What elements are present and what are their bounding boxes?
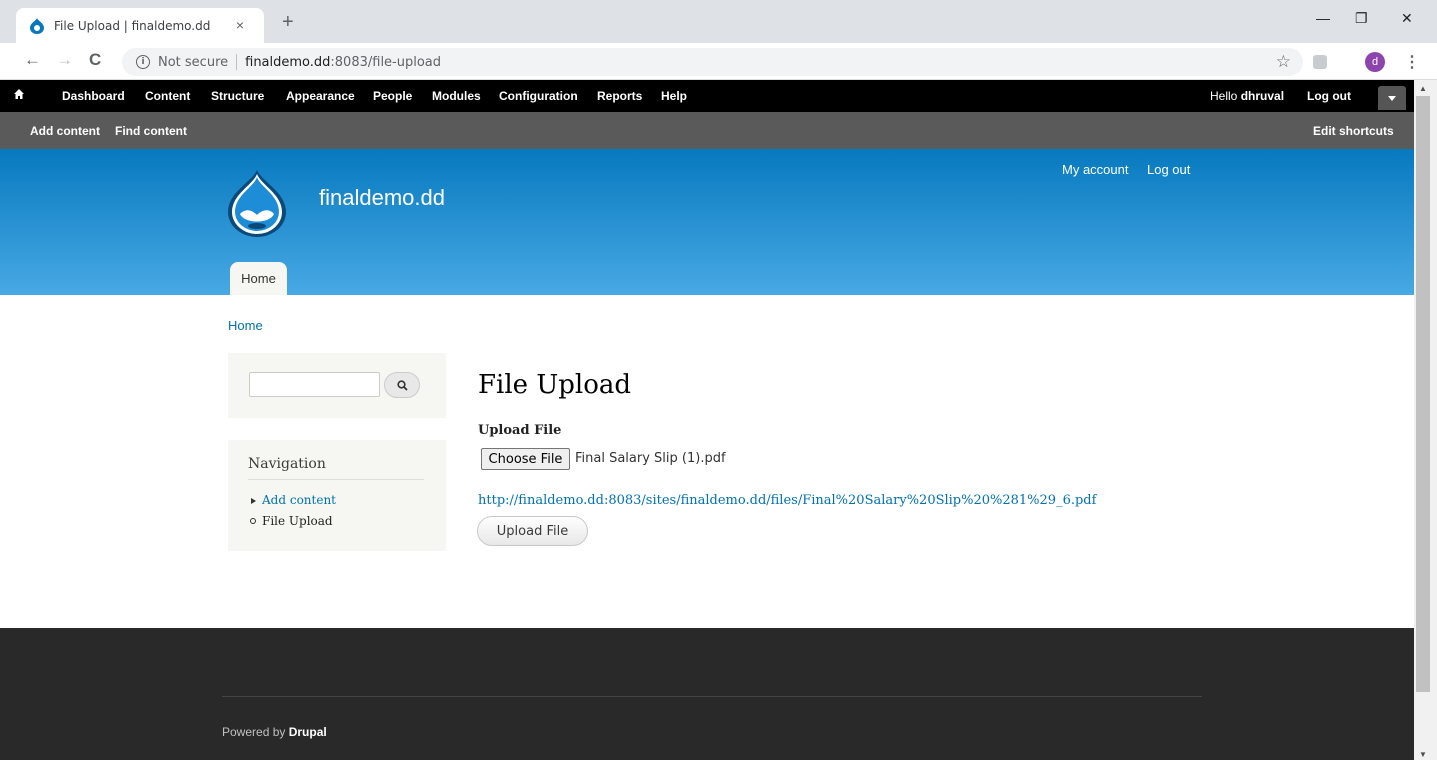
info-icon[interactable]: i bbox=[136, 55, 150, 69]
toolbar-structure[interactable]: Structure bbox=[211, 89, 264, 103]
search-input[interactable] bbox=[249, 372, 380, 397]
new-tab-icon[interactable]: + bbox=[282, 12, 294, 32]
chosen-file-name: Final Salary Slip (1).pdf bbox=[575, 451, 726, 466]
edit-shortcuts-link[interactable]: Edit shortcuts bbox=[1313, 124, 1394, 138]
window-close-icon[interactable]: ✕ bbox=[1401, 10, 1413, 27]
scroll-down-arrow-icon[interactable]: ▼ bbox=[1419, 750, 1427, 759]
site-name[interactable]: finaldemo.dd bbox=[319, 185, 445, 211]
tab-close-icon[interactable]: × bbox=[236, 17, 244, 33]
nav-item-add-content[interactable]: Add content bbox=[262, 493, 336, 507]
toolbar-reports[interactable]: Reports bbox=[597, 89, 642, 103]
shortcut-add-content[interactable]: Add content bbox=[30, 124, 100, 138]
site-footer bbox=[0, 628, 1414, 760]
toolbar-dashboard[interactable]: Dashboard bbox=[62, 89, 125, 103]
breadcrumb-home[interactable]: Home bbox=[228, 318, 263, 333]
my-account-link[interactable]: My account bbox=[1062, 162, 1128, 177]
forward-icon[interactable]: → bbox=[56, 50, 73, 70]
bookmark-star-icon[interactable]: ☆ bbox=[1276, 52, 1291, 72]
powered-by-prefix: Powered by bbox=[222, 725, 286, 739]
scrollbar-thumb[interactable] bbox=[1416, 96, 1430, 692]
uploaded-file-link[interactable]: http://finaldemo.dd:8083/sites/finaldemo… bbox=[478, 493, 1096, 508]
shortcut-find-content[interactable]: Find content bbox=[115, 124, 187, 138]
extension-icon[interactable] bbox=[1313, 55, 1327, 69]
navigation-divider bbox=[248, 479, 424, 480]
footer-divider bbox=[222, 696, 1202, 697]
nav-item-file-upload[interactable]: File Upload bbox=[262, 514, 333, 528]
toolbar-content[interactable]: Content bbox=[145, 89, 190, 103]
toolbar-configuration[interactable]: Configuration bbox=[499, 89, 578, 103]
page-title: File Upload bbox=[478, 370, 631, 400]
browser-tab[interactable]: File Upload | finaldemo.dd × bbox=[16, 8, 264, 43]
drupal-logo-icon[interactable] bbox=[226, 168, 288, 243]
search-icon bbox=[396, 379, 408, 391]
tab-title: File Upload | finaldemo.dd bbox=[54, 18, 211, 33]
toolbar-appearance[interactable]: Appearance bbox=[286, 89, 355, 103]
url-path: :8083/file-upload bbox=[330, 54, 442, 70]
shortcuts-bar: Add content Find content Edit shortcuts bbox=[0, 112, 1414, 149]
toolbar-people[interactable]: People bbox=[373, 89, 412, 103]
restore-icon[interactable]: ❐ bbox=[1355, 10, 1368, 27]
address-bar[interactable]: i Not secure finaldemo.dd :8083/file-upl… bbox=[122, 48, 1303, 76]
toolbar-username[interactable]: dhruval bbox=[1241, 89, 1284, 103]
browser-toolbar: ← → C i Not secure finaldemo.dd :8083/fi… bbox=[0, 43, 1437, 80]
browser-tabstrip: File Upload | finaldemo.dd × + — ❐ ✕ bbox=[0, 0, 1437, 43]
powered-by: Powered by Drupal bbox=[222, 725, 327, 739]
back-icon[interactable]: ← bbox=[24, 50, 41, 70]
admin-toolbar: Dashboard Content Structure Appearance P… bbox=[0, 80, 1414, 112]
navigation-title: Navigation bbox=[248, 456, 326, 472]
drupal-favicon-icon bbox=[29, 17, 45, 34]
minimize-icon[interactable]: — bbox=[1316, 10, 1330, 26]
scroll-up-arrow-icon[interactable]: ▲ bbox=[1419, 84, 1427, 93]
site-header bbox=[0, 149, 1414, 295]
upload-file-label: Upload File bbox=[478, 423, 562, 438]
hello-user: Hello dhruval bbox=[1210, 89, 1284, 103]
collapsed-arrow-icon bbox=[251, 498, 256, 504]
search-button[interactable] bbox=[384, 372, 420, 398]
url-separator bbox=[236, 54, 238, 70]
url-host: finaldemo.dd bbox=[245, 54, 331, 70]
profile-avatar[interactable]: d bbox=[1365, 52, 1385, 72]
leaf-bullet-icon bbox=[250, 518, 256, 524]
toolbar-drawer-toggle[interactable] bbox=[1378, 86, 1406, 110]
toolbar-help[interactable]: Help bbox=[661, 89, 687, 103]
upload-file-button[interactable]: Upload File bbox=[477, 516, 588, 546]
toolbar-logout[interactable]: Log out bbox=[1307, 89, 1351, 103]
header-logout-link[interactable]: Log out bbox=[1147, 162, 1190, 177]
home-icon[interactable] bbox=[13, 88, 25, 103]
choose-file-button[interactable]: Choose File bbox=[481, 448, 570, 470]
browser-menu-icon[interactable]: ⋮ bbox=[1404, 52, 1420, 72]
hello-prefix: Hello bbox=[1210, 89, 1238, 103]
reload-icon[interactable]: C bbox=[89, 50, 101, 70]
toolbar-modules[interactable]: Modules bbox=[432, 89, 481, 103]
main-menu-home-tab[interactable]: Home bbox=[230, 262, 287, 295]
not-secure-label: Not secure bbox=[158, 54, 229, 70]
drupal-link[interactable]: Drupal bbox=[289, 725, 327, 739]
